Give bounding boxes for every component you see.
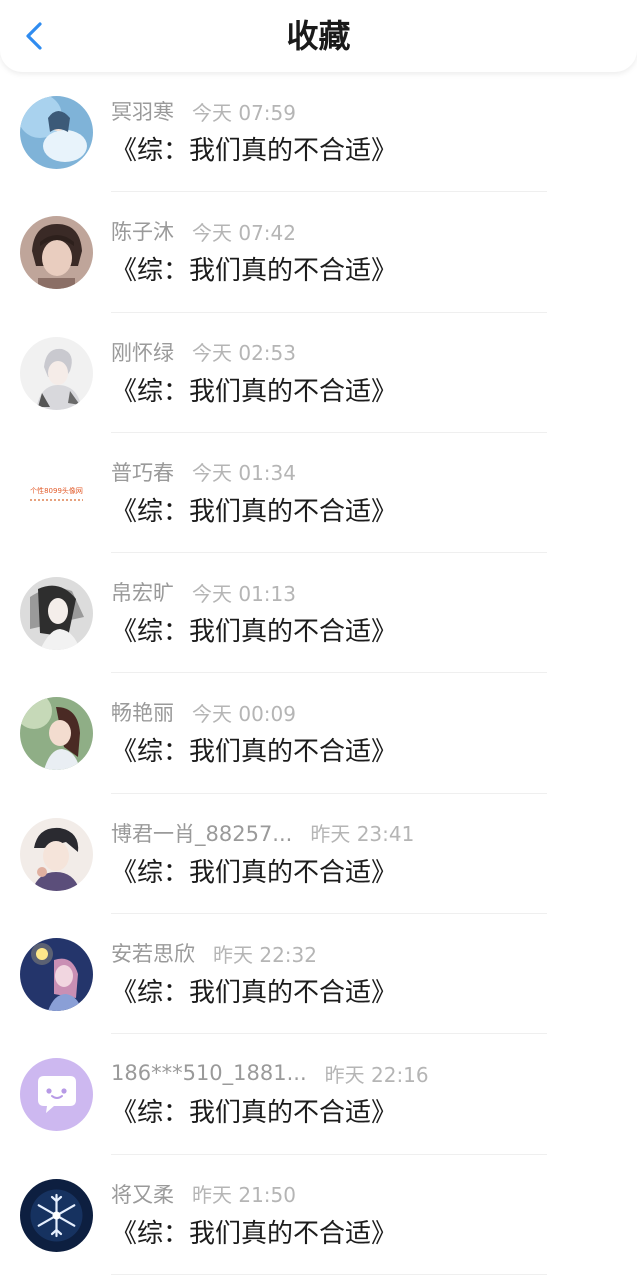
timestamp: 昨天 22:16 [324,1062,429,1087]
timestamp: 今天 01:13 [192,581,296,606]
top-bar: 收藏 [0,0,637,72]
avatar-image [20,96,93,169]
timestamp: 今天 00:09 [192,701,296,726]
avatar[interactable]: 个性8099头像网 [20,456,93,530]
avatar[interactable] [20,1058,93,1132]
item-meta: 博君一肖_88257... 昨天 23:41 [111,818,414,848]
favorites-list: 冥羽寒 今天 07:59 《综：我们真的不合适》 陈子沐 今天 07:42 《综… [0,72,637,1275]
user-name: 帛宏旷 [111,581,174,606]
avatar[interactable] [20,938,93,1012]
list-item[interactable]: 将又柔 昨天 21:50 《综：我们真的不合适》 [0,1155,637,1275]
item-meta: 刚怀绿 今天 02:53 [111,337,296,367]
user-name: 陈子沐 [111,220,174,245]
message-text: 《综：我们真的不合适》 [111,978,398,1009]
list-item[interactable]: 陈子沐 今天 07:42 《综：我们真的不合适》 [0,192,637,313]
watermark-text: 个性8099头像网 [30,486,83,495]
user-name: 186***510_1881... [111,1061,307,1086]
list-item[interactable]: 帛宏旷 今天 01:13 《综：我们真的不合适》 [0,553,637,674]
message-text: 《综：我们真的不合适》 [111,376,398,407]
timestamp: 今天 01:34 [192,461,296,486]
avatar-watermark-image: 个性8099头像网 [20,456,93,530]
list-item[interactable]: 畅艳丽 今天 00:09 《综：我们真的不合适》 [0,673,637,794]
user-name: 博君一肖_88257... [111,821,293,846]
item-meta: 将又柔 昨天 21:50 [111,1179,296,1209]
avatar-image [20,336,93,410]
message-text: 《综：我们真的不合适》 [111,1098,398,1129]
avatar-image [20,817,93,891]
timestamp: 今天 07:59 [192,100,296,125]
timestamp: 昨天 21:50 [192,1183,296,1208]
avatar[interactable] [20,1178,93,1252]
item-meta: 畅艳丽 今天 00:09 [111,697,296,727]
list-item[interactable]: 安若思欣 昨天 22:32 《综：我们真的不合适》 [0,914,637,1035]
message-text: 《综：我们真的不合适》 [111,737,398,768]
item-meta: 普巧春 今天 01:34 [111,457,296,487]
list-item[interactable]: 个性8099头像网 普巧春 今天 01:34 《综：我们真的不合适》 [0,433,637,554]
avatar-image [20,697,93,771]
user-name: 将又柔 [111,1182,174,1207]
snowflake-image [20,1178,93,1252]
page-title: 收藏 [286,17,351,55]
avatar[interactable] [20,697,93,771]
message-text: 《综：我们真的不合适》 [111,617,398,648]
message-text: 《综：我们真的不合适》 [111,256,398,287]
item-meta: 帛宏旷 今天 01:13 [111,577,296,607]
avatar[interactable] [20,96,93,169]
timestamp: 今天 02:53 [192,341,296,366]
user-name: 刚怀绿 [111,340,174,365]
user-name: 安若思欣 [111,942,195,967]
timestamp: 昨天 23:41 [310,822,415,847]
avatar[interactable] [20,817,93,891]
avatar-image [20,216,93,290]
divider [111,1273,547,1275]
avatar[interactable] [20,577,93,651]
avatar-image [20,577,93,651]
item-meta: 186***510_1881... 昨天 22:16 [111,1058,429,1088]
avatar[interactable] [20,336,93,410]
user-name: 冥羽寒 [111,100,174,124]
list-item[interactable]: 冥羽寒 今天 07:59 《综：我们真的不合适》 [0,72,637,193]
chat-bubble-icon [20,1058,93,1132]
avatar-image [20,938,93,1012]
message-text: 《综：我们真的不合适》 [111,496,398,527]
item-meta: 冥羽寒 今天 07:59 [111,96,296,126]
message-text: 《综：我们真的不合适》 [111,857,398,888]
item-meta: 安若思欣 昨天 22:32 [111,938,317,968]
message-text: 《综：我们真的不合适》 [111,136,398,166]
item-meta: 陈子沐 今天 07:42 [111,216,296,246]
message-text: 《综：我们真的不合适》 [111,1218,398,1249]
timestamp: 昨天 22:32 [213,942,317,967]
list-item[interactable]: 刚怀绿 今天 02:53 《综：我们真的不合适》 [0,313,637,433]
list-item[interactable]: 博君一肖_88257... 昨天 23:41 《综：我们真的不合适》 [0,794,637,915]
list-item[interactable]: 186***510_1881... 昨天 22:16 《综：我们真的不合适》 [0,1034,637,1155]
avatar[interactable] [20,216,93,290]
timestamp: 今天 07:42 [192,220,296,245]
user-name: 普巧春 [111,460,174,485]
user-name: 畅艳丽 [111,701,174,726]
